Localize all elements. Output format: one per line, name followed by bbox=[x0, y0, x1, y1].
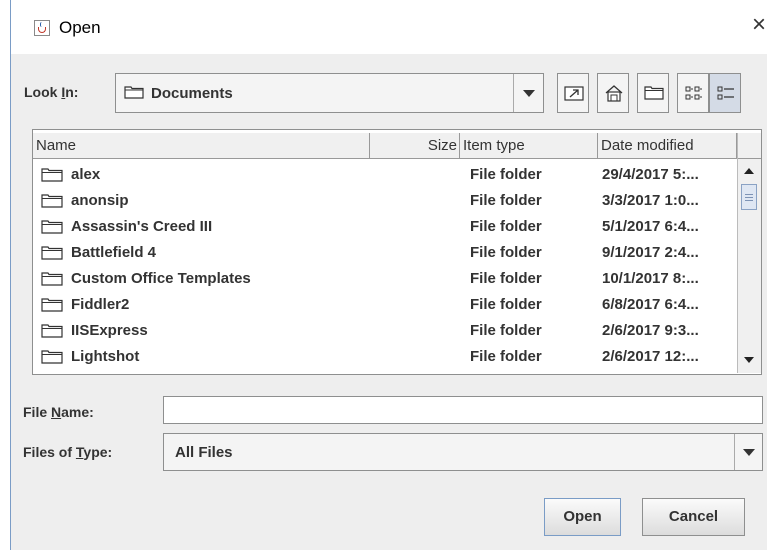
column-header-item-type[interactable]: Item type bbox=[460, 133, 598, 159]
folder-icon bbox=[41, 246, 63, 260]
table-row[interactable]: Battlefield 4 File folder 9/1/2017 2:4... bbox=[33, 240, 737, 266]
file-name-cell: Battlefield 4 bbox=[71, 244, 157, 261]
item-type-cell: File folder bbox=[470, 348, 542, 365]
look-in-value: Documents bbox=[151, 85, 233, 102]
scroll-up-arrow-icon[interactable] bbox=[744, 168, 754, 174]
details-view-icon bbox=[717, 86, 734, 100]
table-row[interactable]: Lightshot File folder 2/6/2017 12:... bbox=[33, 344, 737, 370]
table-row[interactable]: IISExpress File folder 2/6/2017 9:3... bbox=[33, 318, 737, 344]
file-name-cell: Fiddler2 bbox=[71, 296, 130, 313]
up-one-level-icon bbox=[564, 86, 584, 101]
files-of-type-value: All Files bbox=[175, 444, 233, 461]
table-header: Name Size Item type Date modified bbox=[33, 133, 737, 159]
file-name-input[interactable] bbox=[163, 396, 763, 424]
chevron-down-icon[interactable] bbox=[734, 434, 762, 470]
folder-icon bbox=[41, 298, 63, 312]
look-in-combobox[interactable]: Documents bbox=[115, 73, 544, 113]
java-app-icon bbox=[34, 20, 50, 36]
new-folder-icon bbox=[644, 86, 664, 100]
date-modified-cell: 6/8/2017 6:4... bbox=[602, 296, 699, 313]
file-name-cell: Lightshot bbox=[71, 348, 140, 365]
file-name-cell: IISExpress bbox=[71, 322, 148, 339]
chevron-down-icon[interactable] bbox=[513, 74, 543, 112]
table-row[interactable]: Fiddler2 File folder 6/8/2017 6:4... bbox=[33, 292, 737, 318]
home-button[interactable] bbox=[597, 73, 629, 113]
file-name-cell: Custom Office Templates bbox=[71, 270, 251, 287]
file-name-cell: anonsip bbox=[71, 192, 129, 209]
folder-icon bbox=[41, 220, 63, 234]
item-type-cell: File folder bbox=[470, 270, 542, 287]
folder-icon bbox=[41, 350, 63, 364]
item-type-cell: File folder bbox=[470, 192, 542, 209]
column-header-name[interactable]: Name bbox=[33, 133, 370, 159]
open-dialog: Open × Look In: Documents Name Size Item… bbox=[10, 0, 767, 550]
date-modified-cell: 5/1/2017 6:4... bbox=[602, 218, 699, 235]
new-folder-button[interactable] bbox=[637, 73, 669, 113]
table-row[interactable]: Custom Office Templates File folder 10/1/2… bbox=[33, 266, 737, 292]
look-in-label: Look In: bbox=[24, 84, 79, 100]
background-window-edge bbox=[0, 0, 10, 550]
file-name-cell: Assassin's Creed III bbox=[71, 218, 213, 235]
up-one-level-button[interactable] bbox=[557, 73, 589, 113]
date-modified-cell: 3/3/2017 1:0... bbox=[602, 192, 699, 209]
cancel-button[interactable]: Cancel bbox=[642, 498, 745, 536]
table-row[interactable]: anonsip File folder 3/3/2017 1:0... bbox=[33, 188, 737, 214]
table-row[interactable]: alex File folder 29/4/2017 5:... bbox=[33, 162, 737, 188]
folder-icon bbox=[41, 324, 63, 338]
folder-icon bbox=[41, 168, 63, 182]
files-of-type-label: Files of Type: bbox=[23, 444, 113, 460]
details-view-button[interactable] bbox=[709, 73, 741, 113]
folder-icon bbox=[41, 272, 63, 286]
date-modified-cell: 2/6/2017 9:3... bbox=[602, 322, 699, 339]
item-type-cell: File folder bbox=[470, 296, 542, 313]
vertical-scrollbar[interactable] bbox=[737, 133, 761, 373]
date-modified-cell: 2/6/2017 12:... bbox=[602, 348, 699, 365]
home-icon bbox=[605, 85, 623, 102]
date-modified-cell: 10/1/2017 8:... bbox=[602, 270, 699, 287]
scroll-down-arrow-icon[interactable] bbox=[744, 357, 754, 363]
date-modified-cell: 29/4/2017 5:... bbox=[602, 166, 699, 183]
open-button[interactable]: Open bbox=[544, 498, 621, 536]
files-of-type-combobox[interactable]: All Files bbox=[163, 433, 763, 471]
item-type-cell: File folder bbox=[470, 322, 542, 339]
window-title: Open bbox=[59, 18, 101, 37]
item-type-cell: File folder bbox=[470, 166, 542, 183]
file-name-cell: alex bbox=[71, 166, 101, 183]
folder-icon bbox=[124, 86, 144, 99]
folder-icon bbox=[41, 194, 63, 208]
file-list-table[interactable]: Name Size Item type Date modified alex Fi… bbox=[32, 129, 762, 375]
column-header-size[interactable]: Size bbox=[370, 133, 460, 159]
list-view-button[interactable] bbox=[677, 73, 709, 113]
scroll-thumb[interactable] bbox=[741, 184, 757, 210]
item-type-cell: File folder bbox=[470, 218, 542, 235]
list-view-icon bbox=[685, 86, 702, 100]
table-row[interactable]: Assassin's Creed III File folder 5/1/2017 … bbox=[33, 214, 737, 240]
file-name-label: File Name: bbox=[23, 404, 94, 420]
title-bar[interactable]: Open × bbox=[11, 0, 767, 54]
close-icon[interactable]: × bbox=[750, 12, 767, 38]
item-type-cell: File folder bbox=[470, 244, 542, 261]
date-modified-cell: 9/1/2017 2:4... bbox=[602, 244, 699, 261]
column-header-date-modified[interactable]: Date modified bbox=[598, 133, 737, 159]
